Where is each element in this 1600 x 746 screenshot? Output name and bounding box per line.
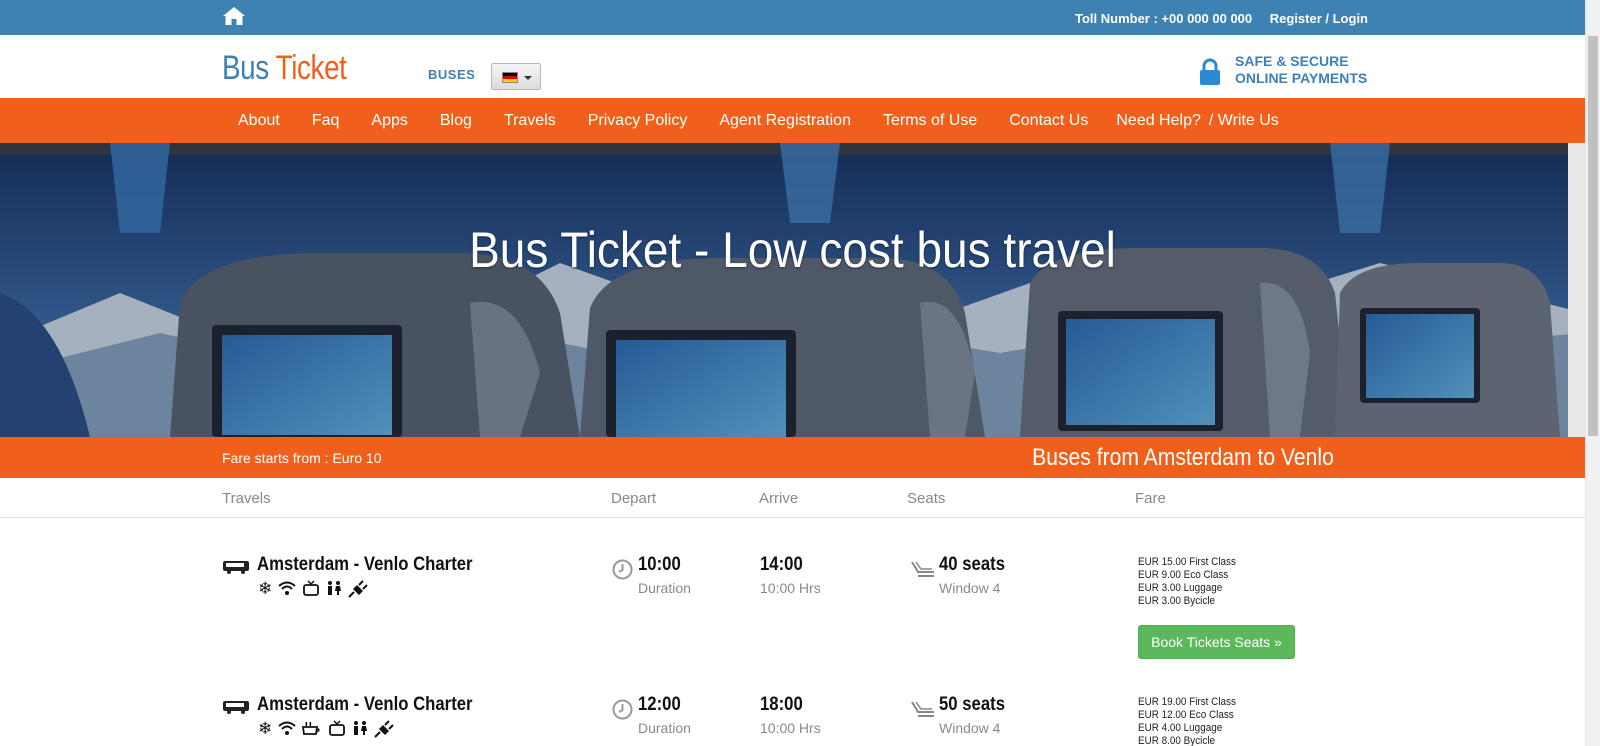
route-info-bar: Fare starts from : Euro 10 Buses from Am… <box>0 437 1585 478</box>
amenities: ❄ <box>258 580 368 602</box>
trip-name: Amsterdam - Venlo Charter <box>257 554 473 575</box>
fare-item: EUR 4.00 Luggage <box>1138 722 1223 734</box>
arrive-time: 14:00 <box>760 554 803 575</box>
scrollbar-thumb[interactable] <box>1588 36 1598 436</box>
secure-line1: SAFE & SECURE <box>1235 53 1349 69</box>
hero-image <box>0 143 1585 437</box>
wifi-icon <box>278 580 296 602</box>
nav-item-blog[interactable]: Blog <box>440 112 472 130</box>
toilet-icon <box>352 720 368 742</box>
secure-payments-text: SAFE & SECURE ONLINE PAYMENTS <box>1235 53 1367 87</box>
logo-part2: Ticket <box>275 49 347 87</box>
snowflake-icon: ❄ <box>258 719 273 738</box>
nav-item-need-help[interactable]: Need Help? <box>1116 112 1201 130</box>
power-plug-icon <box>374 720 394 742</box>
column-header-travels: Travels <box>222 490 271 507</box>
top-bar-links: Toll Number : +00 000 00 000 Register / … <box>1061 11 1368 26</box>
book-tickets-button[interactable]: Book Tickets Seats » <box>1138 625 1295 659</box>
nav-item-terms-of-use[interactable]: Terms of Use <box>883 112 977 130</box>
buses-link[interactable]: BUSES <box>428 67 475 82</box>
depart-sub: Duration <box>638 720 691 736</box>
toll-number: Toll Number : +00 000 00 000 <box>1074 11 1253 26</box>
toilet-icon <box>326 580 342 602</box>
fare-item: EUR 12.00 Eco Class <box>1138 709 1234 721</box>
fare-item: EUR 9.00 Eco Class <box>1138 569 1229 581</box>
column-header-depart: Depart <box>611 490 657 507</box>
nav-item-travels[interactable]: Travels <box>504 112 556 130</box>
table-row: Amsterdam - Venlo Charter ❄ 10:00 Durati… <box>0 518 1585 659</box>
lock-icon <box>1200 58 1220 85</box>
german-flag-icon <box>502 72 518 83</box>
nav-item-about[interactable]: About <box>238 112 280 130</box>
logo[interactable]: Bus Ticket <box>222 49 347 88</box>
fare-starts-text: Fare starts from : Euro 10 <box>222 450 382 466</box>
main-nav: About Faq Apps Blog Travels Privacy Poli… <box>0 98 1585 143</box>
arrive-sub: 10:00 Hrs <box>760 580 821 596</box>
seats-sub: Window 4 <box>939 580 1001 596</box>
depart-sub: Duration <box>638 580 691 596</box>
arrive-time: 18:00 <box>760 694 803 715</box>
bus-icon <box>223 701 249 714</box>
seats-count: 40 seats <box>939 554 1006 575</box>
hero-title: Bus Ticket - Low cost bus travel <box>469 222 1116 278</box>
snowflake-icon: ❄ <box>258 579 273 598</box>
seat-icon <box>911 561 934 577</box>
logo-part1: Bus <box>222 49 269 87</box>
caret-down-icon <box>524 76 532 80</box>
fare-list: EUR 19.00 First Class EUR 12.00 Eco Clas… <box>1138 696 1236 746</box>
clock-icon <box>612 559 633 580</box>
wifi-icon <box>278 720 296 742</box>
seats-count: 50 seats <box>939 694 1006 715</box>
fare-item: EUR 3.00 Luggage <box>1138 582 1223 594</box>
depart-time: 12:00 <box>638 694 681 715</box>
column-header-arrive: Arrive <box>759 490 799 507</box>
nav-item-agent-registration[interactable]: Agent Registration <box>719 112 851 130</box>
fare-item: EUR 19.00 First Class <box>1138 696 1236 708</box>
fare-item: EUR 3.00 Bycicle <box>1138 595 1216 607</box>
arrive-sub: 10:00 Hrs <box>760 720 821 736</box>
clock-icon <box>612 699 633 720</box>
language-select[interactable] <box>491 63 541 90</box>
nav-item-contact-us[interactable]: Contact Us <box>1009 112 1088 130</box>
seat-icon <box>911 701 934 717</box>
column-header-fare: Fare <box>1135 490 1166 507</box>
seats-sub: Window 4 <box>939 720 1001 736</box>
scrollbar[interactable] <box>1585 0 1600 746</box>
bus-icon <box>223 561 249 574</box>
home-icon[interactable] <box>222 6 246 26</box>
fare-list: EUR 15.00 First Class EUR 9.00 Eco Class… <box>1138 556 1236 608</box>
fare-item: EUR 8.00 Bycicle <box>1138 735 1216 746</box>
amenities: ❄ <box>258 720 394 742</box>
register-login-link[interactable]: Register / Login <box>1270 11 1368 26</box>
tv-icon <box>302 580 320 602</box>
secure-line2: ONLINE PAYMENTS <box>1235 70 1368 86</box>
hero-banner: Bus Ticket - Low cost bus travel <box>0 143 1585 437</box>
fare-item: EUR 15.00 First Class <box>1138 556 1236 568</box>
trip-name: Amsterdam - Venlo Charter <box>257 694 473 715</box>
nav-item-faq[interactable]: Faq <box>312 112 340 130</box>
power-plug-icon <box>348 580 368 602</box>
route-title: Buses from Amsterdam to Venlo <box>1032 444 1334 471</box>
results-table-header: Travels Depart Arrive Seats Fare <box>0 478 1585 518</box>
column-header-seats: Seats <box>907 490 946 507</box>
nav-item-write-us[interactable]: / Write Us <box>1209 112 1279 130</box>
header: Bus Ticket BUSES SAFE & SECURE ONLINE PA… <box>0 35 1585 98</box>
page: Toll Number : +00 000 00 000 Register / … <box>0 0 1585 746</box>
tv-icon <box>328 720 346 742</box>
nav-item-privacy-policy[interactable]: Privacy Policy <box>588 112 688 130</box>
nav-item-apps[interactable]: Apps <box>371 112 407 130</box>
coffee-icon <box>302 720 322 742</box>
table-row: Amsterdam - Venlo Charter ❄ 12:00 Durati… <box>0 658 1585 746</box>
top-bar: Toll Number : +00 000 00 000 Register / … <box>0 0 1585 35</box>
depart-time: 10:00 <box>638 554 681 575</box>
